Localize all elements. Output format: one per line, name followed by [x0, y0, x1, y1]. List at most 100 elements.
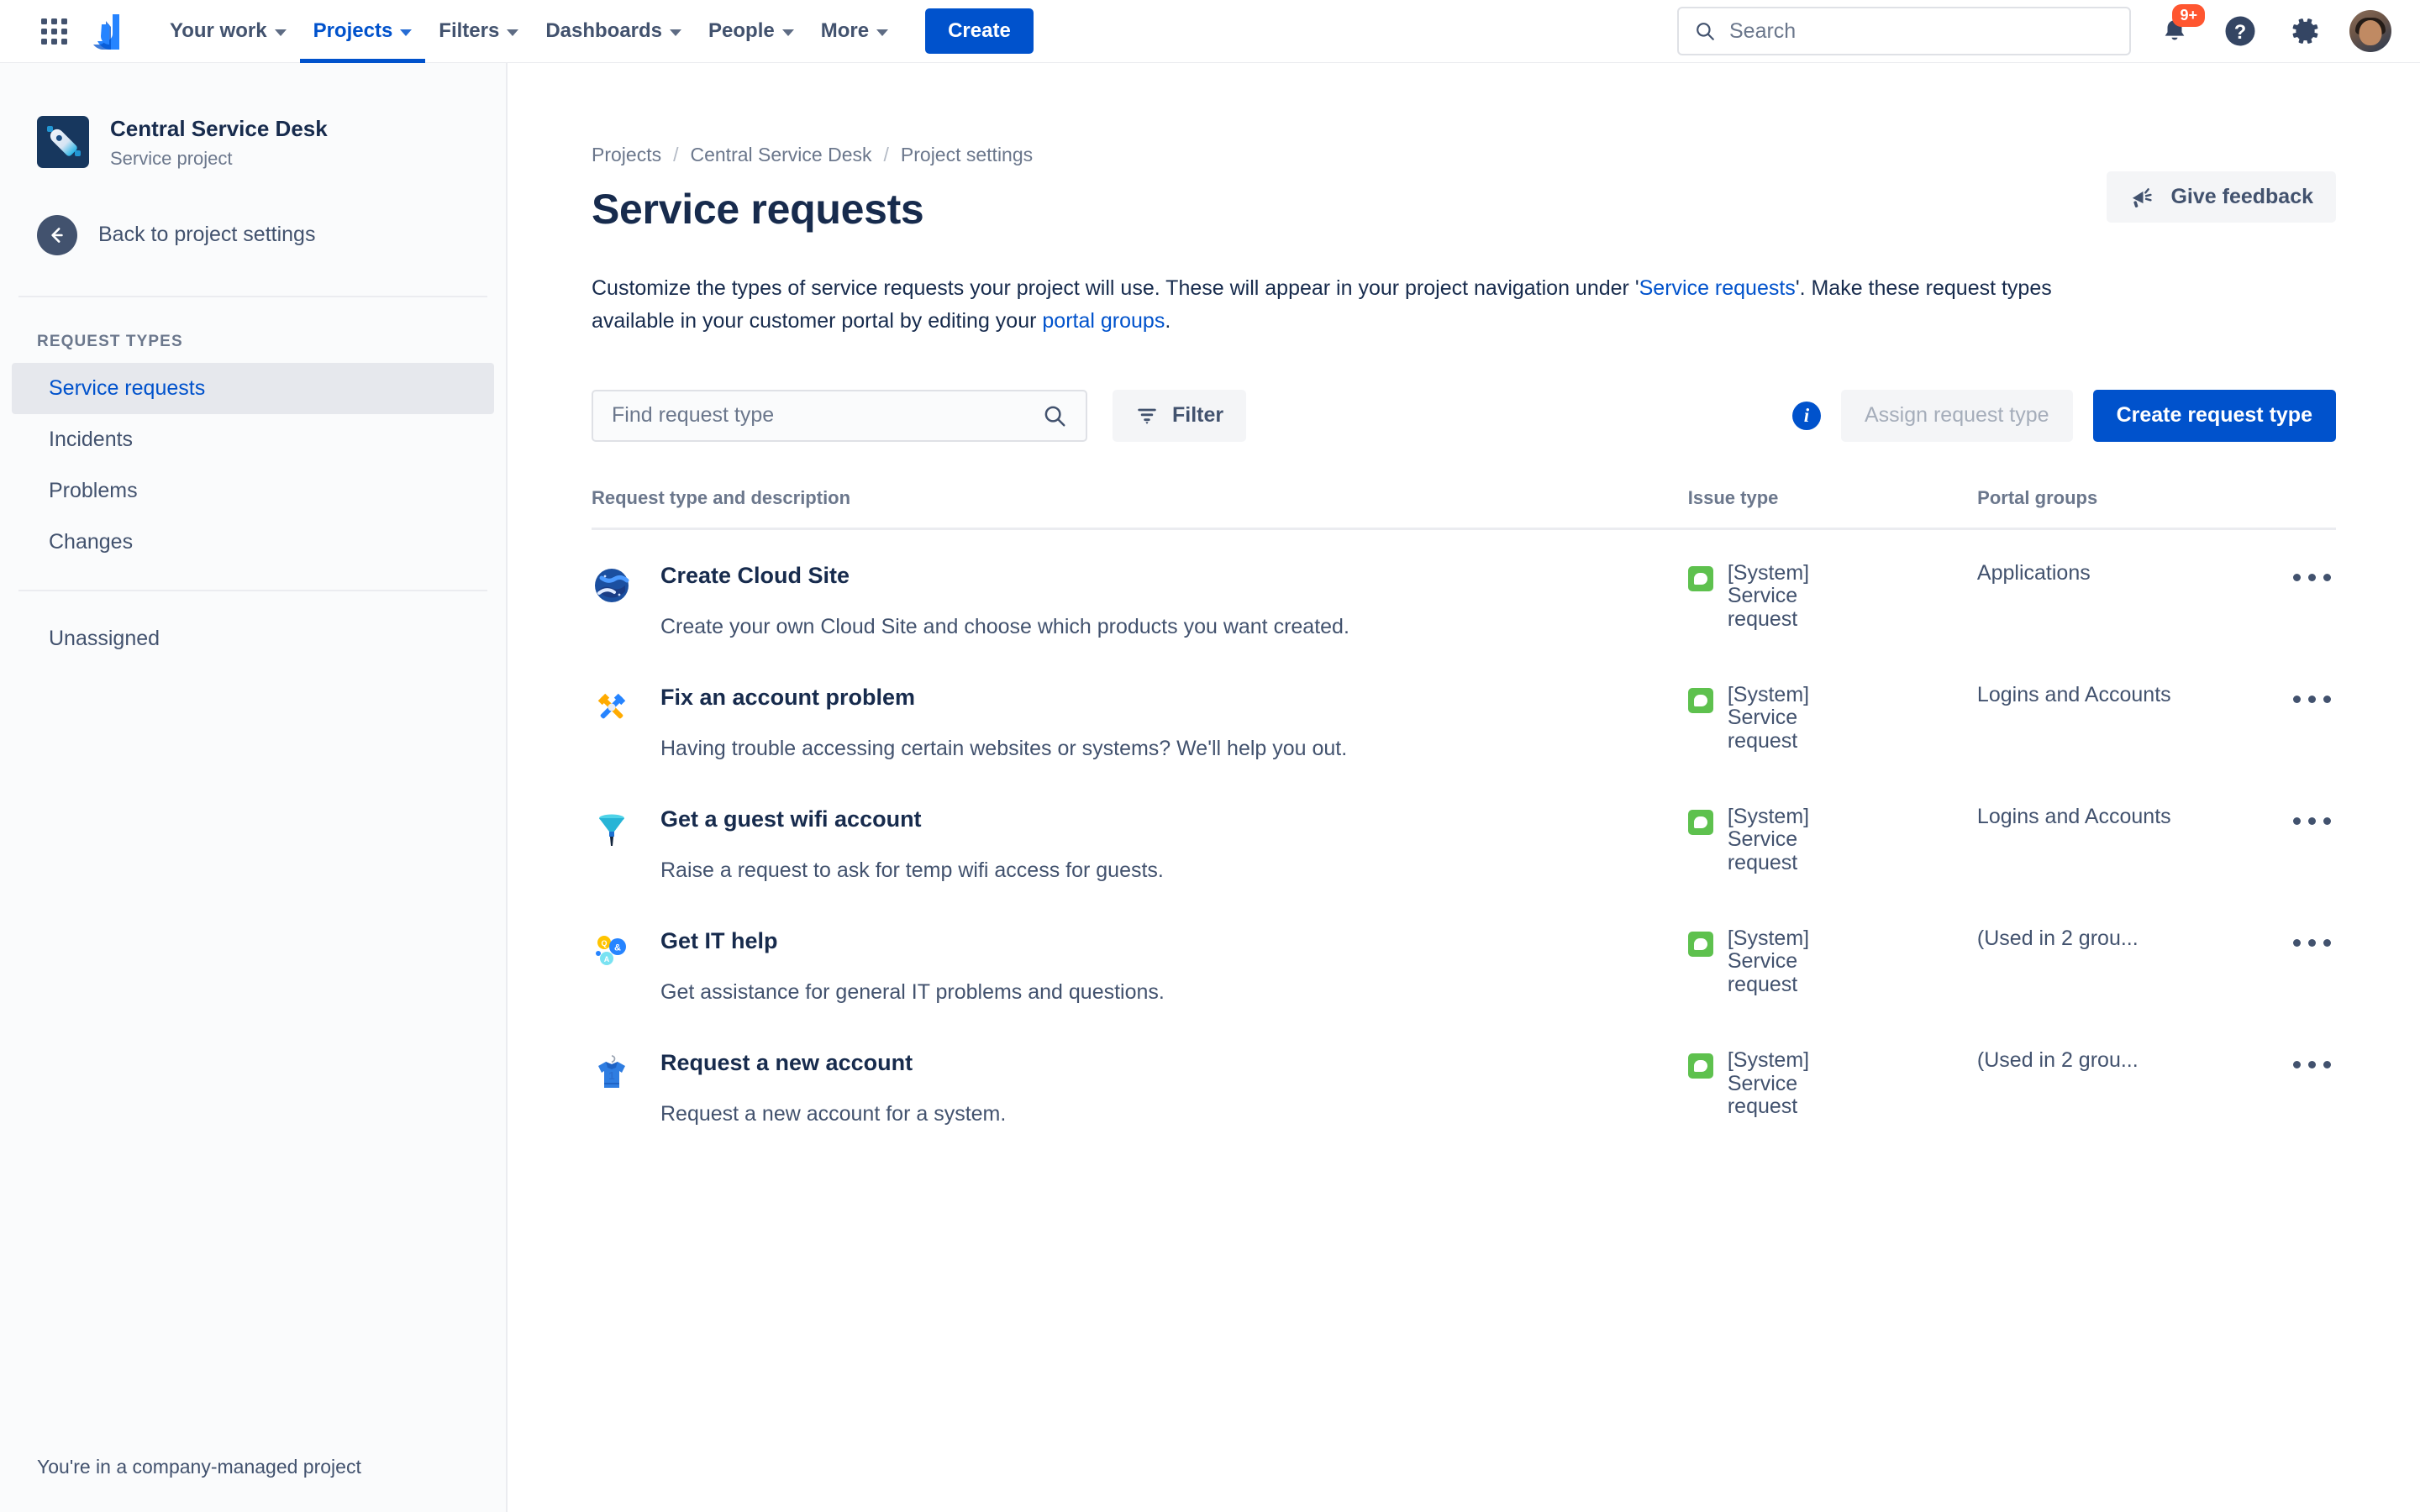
info-icon[interactable]: i	[1791, 401, 1821, 430]
global-search-input[interactable]: Search	[1677, 7, 2131, 55]
description-part-3: .	[1165, 308, 1171, 333]
request-type-description: Raise a request to ask for temp wifi acc…	[660, 858, 1164, 883]
page-title-row: Service requests Give feedback	[592, 171, 2336, 234]
chevron-down-icon	[781, 29, 794, 36]
portal-groups-link[interactable]: portal groups	[1042, 309, 1165, 333]
breadcrumb-projects[interactable]: Projects	[592, 144, 661, 166]
sidebar-item-service-requests[interactable]: Service requests	[12, 362, 494, 414]
nav-item-dashboards[interactable]: Dashboards	[532, 0, 695, 63]
breadcrumb-central-service-desk[interactable]: Central Service Desk	[690, 144, 871, 166]
nav-label: Filters	[439, 19, 500, 42]
more-actions-icon[interactable]	[2288, 565, 2336, 643]
row-actions-cell	[2238, 1049, 2336, 1131]
notifications-button[interactable]: 9+	[2153, 4, 2205, 53]
user-avatar[interactable]	[2349, 10, 2391, 52]
column-header-issue-type: Issue type	[1687, 486, 1779, 508]
request-type-cell: Get a guest wifi account Raise a request…	[592, 806, 1688, 887]
main-content: Projects / Central Service Desk / Projec…	[508, 63, 2420, 1512]
request-type-cell: Q & A Get IT help Get assistance for gen…	[592, 927, 1688, 1009]
global-search-placeholder: Search	[1729, 18, 1797, 43]
page-title: Service requests	[592, 186, 924, 233]
request-type-cell: Create Cloud Site Create your own Cloud …	[592, 562, 1688, 643]
nav-item-filters[interactable]: Filters	[425, 0, 532, 63]
request-type-name[interactable]: Create Cloud Site	[660, 562, 1349, 589]
project-sidebar: Central Service Desk Service project Bac…	[0, 63, 508, 1512]
issue-type-cell: [System] Service request	[1687, 926, 1977, 1009]
chevron-down-icon	[670, 29, 682, 36]
request-type-name[interactable]: Get IT help	[660, 927, 1165, 954]
megaphone-icon	[2133, 187, 2153, 207]
give-feedback-button[interactable]: Give feedback	[2107, 171, 2336, 223]
back-to-project-settings-link[interactable]: Back to project settings	[0, 214, 506, 255]
request-type-name[interactable]: Get a guest wifi account	[660, 806, 1164, 832]
request-type-toolbar: Find request type Filter i Assign reques…	[592, 389, 2336, 442]
nav-label: More	[820, 19, 870, 42]
column-header-portal-groups: Portal groups	[1977, 486, 2098, 508]
issue-type-label: [System] Service request	[1727, 804, 1810, 874]
nav-item-projects[interactable]: Projects	[299, 0, 426, 63]
rocket-icon	[37, 116, 89, 169]
sidebar-footer-note: You're in a company-managed project	[37, 1456, 361, 1478]
shirt-icon: 1	[592, 1053, 632, 1096]
svg-text:1: 1	[608, 1069, 614, 1082]
request-type-cell: Fix an account problem Having trouble ac…	[592, 684, 1688, 765]
row-actions-cell	[2238, 684, 2336, 765]
settings-button[interactable]	[2284, 9, 2328, 53]
more-actions-icon[interactable]	[2288, 931, 2336, 1009]
chevron-down-icon	[876, 29, 889, 36]
sidebar-item-problems[interactable]: Problems	[12, 465, 494, 517]
issue-type-cell: [System] Service request	[1687, 1048, 1977, 1131]
more-actions-icon[interactable]	[2288, 1053, 2336, 1131]
chevron-down-icon	[507, 29, 519, 36]
breadcrumb: Projects / Central Service Desk / Projec…	[592, 144, 2336, 166]
portal-groups-cell: (Used in 2 grou...	[1976, 1048, 2139, 1073]
issue-type-label: [System] Service request	[1727, 1048, 1810, 1119]
request-type-name[interactable]: Fix an account problem	[660, 684, 1347, 711]
filter-label: Filter	[1172, 403, 1224, 427]
jira-logo-icon[interactable]	[91, 13, 126, 50]
table-row: 1 Request a new account Request a new ac…	[592, 1017, 2336, 1139]
find-request-type-input[interactable]: Find request type	[592, 389, 1087, 442]
sidebar-item-changes[interactable]: Changes	[12, 517, 494, 568]
service-request-icon	[1687, 809, 1713, 835]
help-button[interactable]: ?	[2218, 9, 2262, 53]
create-request-type-button[interactable]: Create request type	[2092, 389, 2336, 442]
chevron-down-icon	[274, 29, 287, 36]
project-header[interactable]: Central Service Desk Service project	[0, 115, 506, 170]
issue-type-label: [System] Service request	[1727, 560, 1810, 631]
breadcrumb-separator: /	[673, 144, 679, 165]
grid-apps-icon	[40, 18, 67, 45]
issue-type-label: [System] Service request	[1727, 926, 1810, 996]
filter-button[interactable]: Filter	[1113, 389, 1247, 442]
request-type-description: Having trouble accessing certain website…	[660, 737, 1348, 761]
sidebar-item-unassigned[interactable]: Unassigned	[12, 613, 494, 664]
app-switcher-button[interactable]	[35, 13, 72, 50]
sidebar-divider	[18, 295, 487, 297]
primary-nav-list: Your work Projects Filters Dashboards Pe…	[156, 0, 902, 63]
request-type-description: Create your own Cloud Site and choose wh…	[660, 614, 1349, 638]
nav-item-your-work[interactable]: Your work	[156, 0, 300, 63]
back-link-label: Back to project settings	[98, 223, 316, 246]
issue-type-label: [System] Service request	[1727, 682, 1810, 753]
nav-label: Projects	[313, 19, 393, 42]
service-requests-link[interactable]: Service requests	[1639, 276, 1796, 300]
create-button[interactable]: Create	[925, 8, 1034, 54]
sidebar-item-incidents[interactable]: Incidents	[12, 414, 494, 465]
gear-icon	[2292, 18, 2318, 44]
nav-item-more[interactable]: More	[808, 0, 902, 63]
portal-groups-cell: Logins and Accounts	[1976, 804, 2171, 828]
page-body: Central Service Desk Service project Bac…	[0, 63, 2420, 1512]
nav-item-people[interactable]: People	[695, 0, 808, 63]
breadcrumb-project-settings[interactable]: Project settings	[901, 144, 1033, 166]
svg-text:?: ?	[2234, 22, 2246, 44]
toolbar-right-group: i Assign request type Create request typ…	[1791, 389, 2336, 442]
more-actions-icon[interactable]	[2288, 809, 2336, 887]
avatar-face	[2359, 20, 2382, 45]
request-type-name[interactable]: Request a new account	[660, 1049, 1006, 1076]
assign-request-type-button[interactable]: Assign request type	[1840, 389, 2073, 442]
sidebar-section-title: REQUEST TYPES	[37, 332, 183, 350]
more-actions-icon[interactable]	[2288, 687, 2336, 765]
search-icon	[1697, 23, 1714, 40]
filter-icon	[1138, 408, 1156, 424]
help-question-icon: ?	[2225, 16, 2255, 46]
